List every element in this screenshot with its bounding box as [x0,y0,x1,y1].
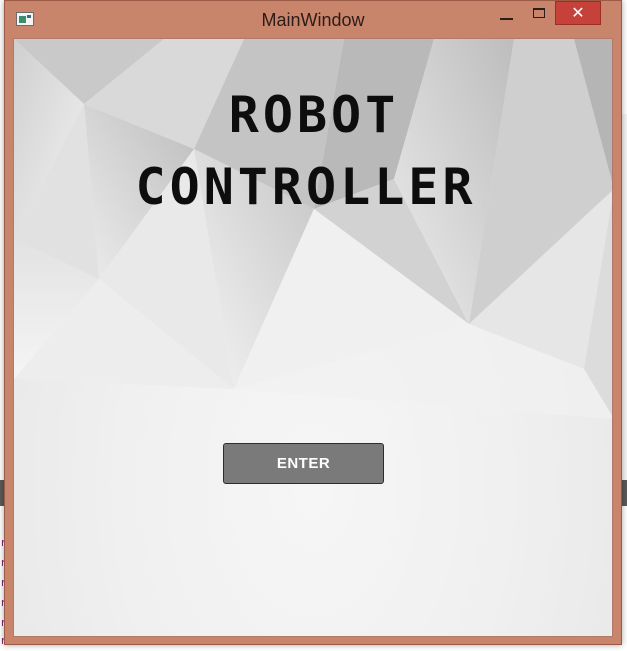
client-area: ROBOT CONTROLLER ENTER [13,38,613,637]
minimize-button[interactable] [493,2,520,26]
title-bar[interactable]: MainWindow ✕ [5,1,621,38]
maximize-icon [532,8,545,18]
maximize-button[interactable] [525,2,552,26]
enter-button[interactable]: ENTER [223,443,384,484]
app-heading-line-2: CONTROLLER [135,158,477,216]
minimize-icon [500,18,513,20]
close-icon: ✕ [571,3,585,22]
app-heading-line-1: ROBOT [228,86,400,144]
main-window: MainWindow ✕ ROBOT CONTROLLER ENTER [4,0,622,645]
close-button[interactable]: ✕ [555,1,601,25]
